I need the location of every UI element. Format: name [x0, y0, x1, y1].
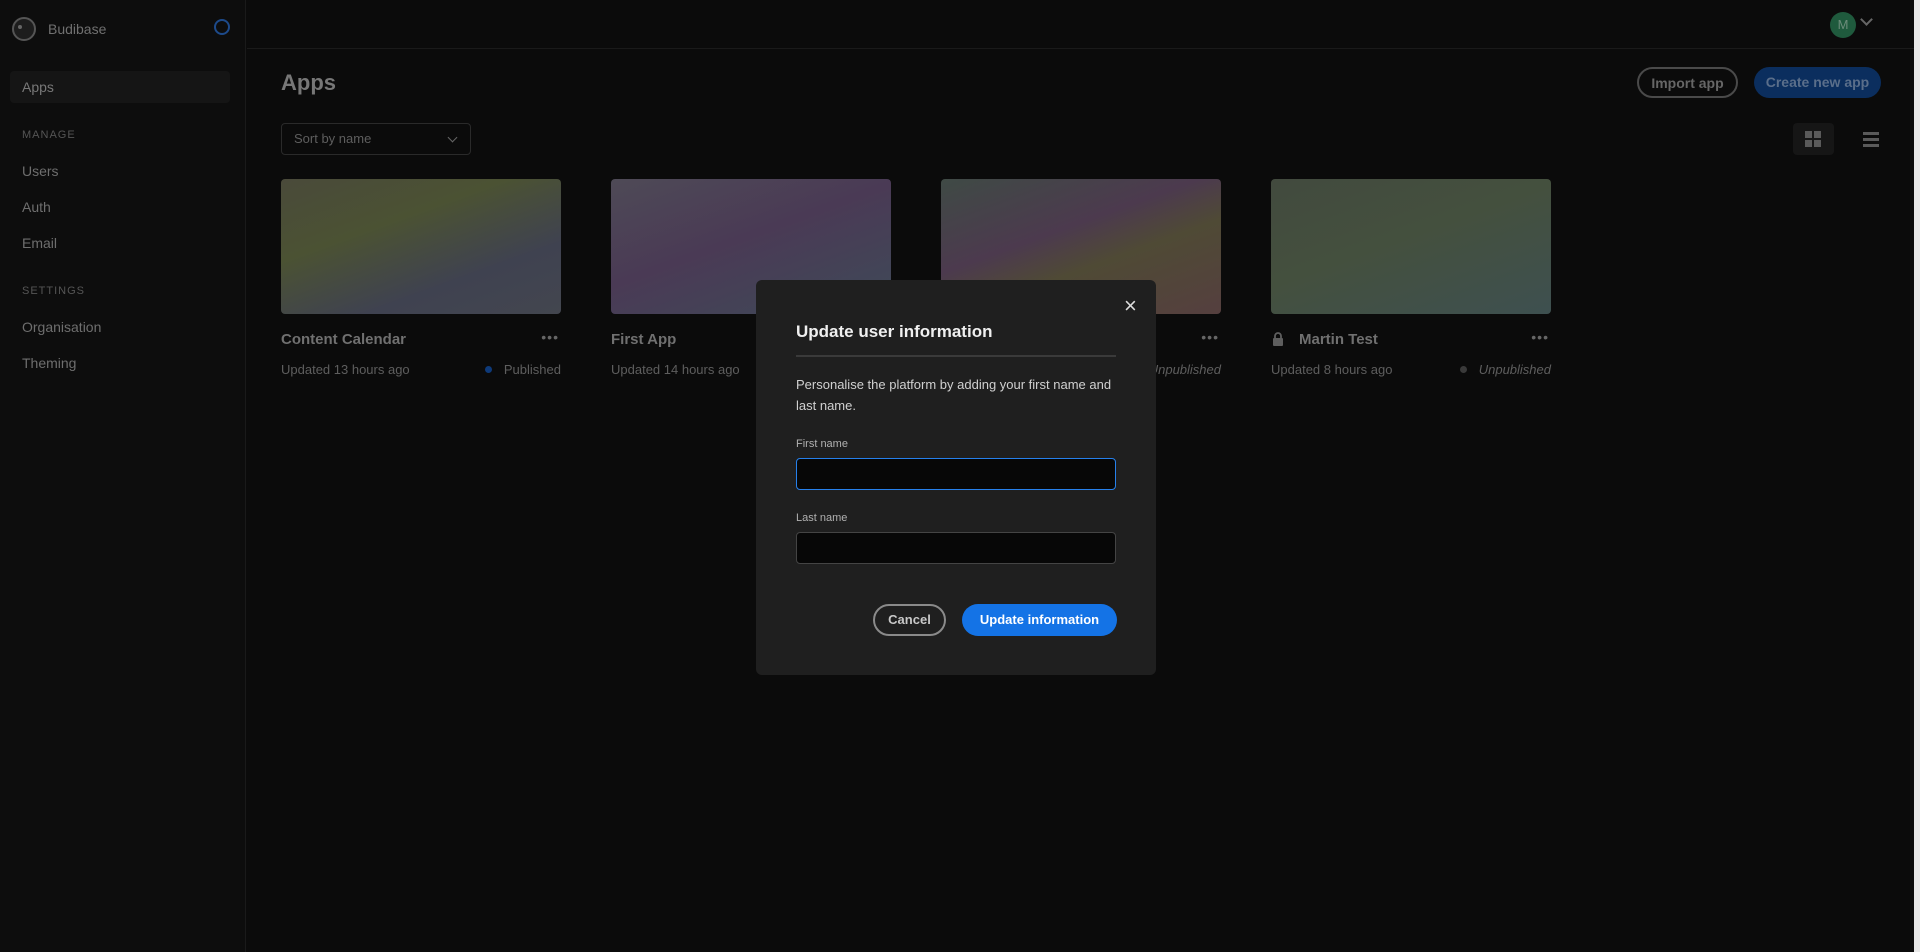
sort-dropdown[interactable]: Sort by name [281, 123, 471, 155]
page-title: Apps [281, 70, 336, 95]
sidebar-item-auth[interactable]: Auth [10, 191, 230, 223]
app-thumbnail[interactable] [281, 179, 561, 314]
first-name-input[interactable] [796, 458, 1116, 490]
status-label: Published [503, 362, 561, 377]
sidebar-item-theming[interactable]: Theming [10, 347, 230, 379]
more-options-icon[interactable]: ••• [541, 329, 559, 345]
status-dot-icon [484, 366, 492, 373]
app-updated: Updated 13 hours ago [281, 362, 410, 377]
import-app-button[interactable]: Import app [1637, 67, 1738, 98]
app-card[interactable]: Martin Test ••• Updated 8 hours ago Unpu… [1271, 179, 1551, 377]
more-options-icon[interactable]: ••• [1531, 329, 1549, 345]
scrollbar[interactable] [1914, 0, 1920, 952]
app-status: Unpublished [1459, 362, 1551, 377]
app-status: Published [484, 362, 561, 377]
app-updated: Updated 14 hours ago [611, 362, 740, 377]
lock-icon [1273, 332, 1283, 346]
grid-view-button[interactable] [1793, 123, 1834, 155]
app-name[interactable]: Content Calendar [281, 331, 406, 348]
modal-title: Update user information [796, 322, 993, 341]
first-name-label: First name [796, 438, 848, 450]
status-dot-icon [1459, 366, 1467, 373]
last-name-input[interactable] [796, 532, 1116, 564]
update-user-modal: × Update user information Personalise th… [756, 280, 1156, 675]
app-name[interactable]: Martin Test [1299, 331, 1378, 348]
chevron-down-icon [447, 132, 458, 143]
update-information-button[interactable]: Update information [962, 604, 1117, 636]
status-label: Unpublished [1478, 362, 1551, 377]
app-status: Unpublished [1148, 362, 1221, 377]
sidebar-item-users[interactable]: Users [10, 155, 230, 187]
settings-heading: SETTINGS [22, 285, 86, 297]
budibase-logo-icon [12, 17, 36, 41]
last-name-label: Last name [796, 512, 848, 524]
loading-spinner-icon [214, 19, 230, 35]
app-card[interactable]: Content Calendar ••• Updated 13 hours ag… [281, 179, 561, 377]
create-new-app-button[interactable]: Create new app [1754, 67, 1881, 98]
cancel-button[interactable]: Cancel [873, 604, 946, 636]
sort-value: Sort by name [294, 131, 372, 146]
app-thumbnail[interactable] [1271, 179, 1551, 314]
brand-name: Budibase [48, 21, 107, 37]
sidebar-item-organisation[interactable]: Organisation [10, 311, 230, 343]
list-view-button[interactable] [1850, 123, 1891, 155]
manage-heading: MANAGE [22, 129, 76, 141]
sidebar-item-apps[interactable]: Apps [10, 71, 230, 103]
sidebar: Budibase Apps MANAGE Users Auth Email SE… [0, 0, 246, 952]
more-options-icon[interactable]: ••• [1201, 329, 1219, 345]
sidebar-item-email[interactable]: Email [10, 227, 230, 259]
close-icon[interactable]: × [1124, 295, 1137, 317]
divider [796, 355, 1116, 357]
user-avatar[interactable]: M [1830, 12, 1856, 38]
app-name[interactable]: First App [611, 331, 676, 348]
app-updated: Updated 8 hours ago [1271, 362, 1393, 377]
modal-description: Personalise the platform by adding your … [796, 377, 1112, 413]
top-bar [247, 0, 1914, 49]
